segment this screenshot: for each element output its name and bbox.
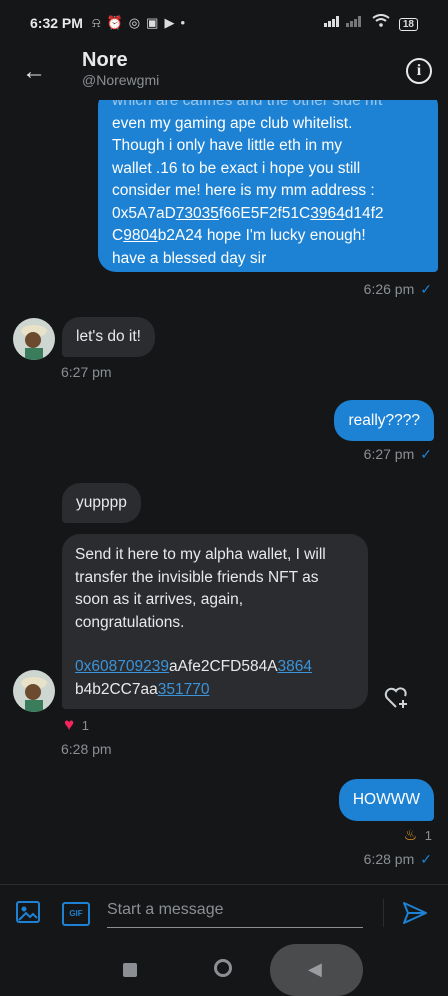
discord-icon: ▣ — [146, 15, 165, 30]
avatar[interactable] — [13, 318, 55, 360]
contact-name[interactable]: Nore — [82, 49, 128, 72]
bell-off-icon: ⍾ — [92, 15, 107, 30]
signal-icon — [324, 16, 371, 30]
message-line: transfer the invisible friends NFT as — [75, 568, 319, 586]
text-segment: aAfe2CFD584A — [168, 658, 278, 675]
outgoing-message[interactable]: really???? — [334, 400, 434, 441]
message-input[interactable]: Start a message — [107, 897, 363, 928]
system-nav-bar: ◀ — [0, 934, 448, 996]
timestamp-text: 6:26 pm — [363, 281, 415, 297]
message-line: 0x608709239aAfe2CFD584A3864 — [75, 656, 358, 679]
image-icon[interactable] — [16, 901, 40, 928]
alarm-icon: ⏰ — [106, 15, 129, 30]
address-link[interactable]: 351770 — [158, 681, 210, 698]
message-text: yupppp — [76, 494, 127, 511]
read-check-icon: ✓ — [420, 446, 432, 462]
incoming-message[interactable]: yupppp — [62, 483, 141, 523]
message-text: let's do it! — [76, 328, 141, 345]
text-segment: C — [112, 227, 124, 244]
message-line: soon as it arrives, again, — [75, 591, 244, 608]
message-line: wallet .16 to be exact i hope you still — [112, 159, 361, 177]
status-time: 6:32 PM — [30, 15, 83, 31]
read-check-icon: ✓ — [420, 851, 432, 867]
fire-icon: ♨ — [403, 827, 418, 844]
message-timestamp: 6:26 pm ✓ — [364, 281, 432, 298]
timestamp-text: 6:27 pm — [363, 446, 415, 462]
wifi-icon — [371, 14, 393, 30]
outgoing-message[interactable]: which are caffnes and the other side nft… — [98, 88, 438, 272]
status-right: 18 — [324, 14, 418, 31]
message-timestamp: 6:28 pm — [61, 741, 112, 757]
message-text: really???? — [348, 412, 420, 429]
info-icon[interactable]: i — [406, 58, 432, 84]
text-segment: 0x5A7aD — [112, 204, 176, 222]
message-timestamp: 6:27 pm ✓ — [364, 446, 432, 463]
add-reaction-icon[interactable] — [384, 686, 410, 715]
incoming-message[interactable]: let's do it! — [62, 317, 155, 357]
outgoing-message[interactable]: HOWWW — [338, 779, 434, 821]
message-line: Send it here to my alpha wallet, I will — [75, 546, 326, 563]
message-line: C9804b2A24 hope I'm lucky enough! — [112, 225, 426, 248]
instagram-icon: ◎ — [128, 15, 147, 30]
more-dot-icon: • — [180, 15, 191, 30]
gif-icon[interactable]: GIF — [62, 902, 90, 926]
message-line: have a blessed day sir — [112, 249, 267, 267]
contact-handle[interactable]: @Norewgmi — [82, 72, 159, 88]
back-button[interactable]: ◀ — [270, 944, 363, 996]
avatar[interactable] — [13, 670, 55, 712]
back-triangle-icon: ◀ — [308, 959, 322, 979]
message-composer: GIF Start a message — [0, 884, 448, 935]
text-segment: d14f2 — [344, 204, 384, 222]
message-line: congratulations. — [75, 613, 185, 631]
recents-button[interactable] — [123, 963, 137, 977]
reaction[interactable]: ♥ 1 — [64, 715, 89, 735]
text-segment: b2A24 hope I'm lucky enough! — [157, 227, 366, 244]
text-segment: f66E5F2f51C — [218, 204, 311, 222]
address-link[interactable]: 0x608709239 — [75, 658, 169, 675]
message-timestamp: 6:28 pm ✓ — [364, 851, 432, 868]
text-segment: 3964 — [310, 204, 345, 222]
reaction-count: 1 — [424, 828, 432, 843]
reaction[interactable]: ♨ 1 — [404, 826, 432, 844]
text-segment: b4b2CC7aa — [75, 680, 158, 698]
reaction-count: 1 — [81, 718, 89, 733]
battery-icon: 18 — [398, 18, 418, 31]
message-line: consider me! here is my mm address : — [112, 182, 375, 199]
timestamp-text: 6:28 pm — [363, 851, 415, 867]
text-segment: 9804 — [123, 227, 158, 244]
status-bar: 6:32 PM ⍾⏰◎▣▶• 18 — [0, 0, 448, 46]
incoming-message[interactable]: Send it here to my alpha wallet, I will … — [62, 534, 368, 709]
header-overlay: ← Nore @Norewgmi i — [0, 46, 448, 102]
message-line: 0x5A7aD73035f66E5F2f51C3964d14f2 — [112, 203, 426, 226]
read-check-icon: ✓ — [420, 281, 432, 297]
message-timestamp: 6:27 pm — [61, 364, 112, 380]
notification-icons: ⍾⏰◎▣▶• — [92, 15, 191, 31]
send-icon[interactable] — [402, 901, 428, 930]
message-line: even my gaming ape club whitelist. — [112, 114, 353, 132]
message-text: HOWWW — [352, 791, 420, 808]
home-button[interactable] — [214, 959, 232, 977]
back-arrow-icon[interactable]: ← — [22, 58, 46, 86]
composer-divider — [383, 899, 384, 927]
message-line: b4b2CC7aa351770 — [75, 679, 358, 702]
address-link[interactable]: 3864 — [278, 658, 312, 675]
heart-icon: ♥ — [64, 715, 75, 734]
message-line: Though i only have little eth in my — [112, 137, 343, 154]
text-segment: 73035 — [175, 204, 219, 222]
youtube-icon: ▶ — [164, 15, 181, 30]
